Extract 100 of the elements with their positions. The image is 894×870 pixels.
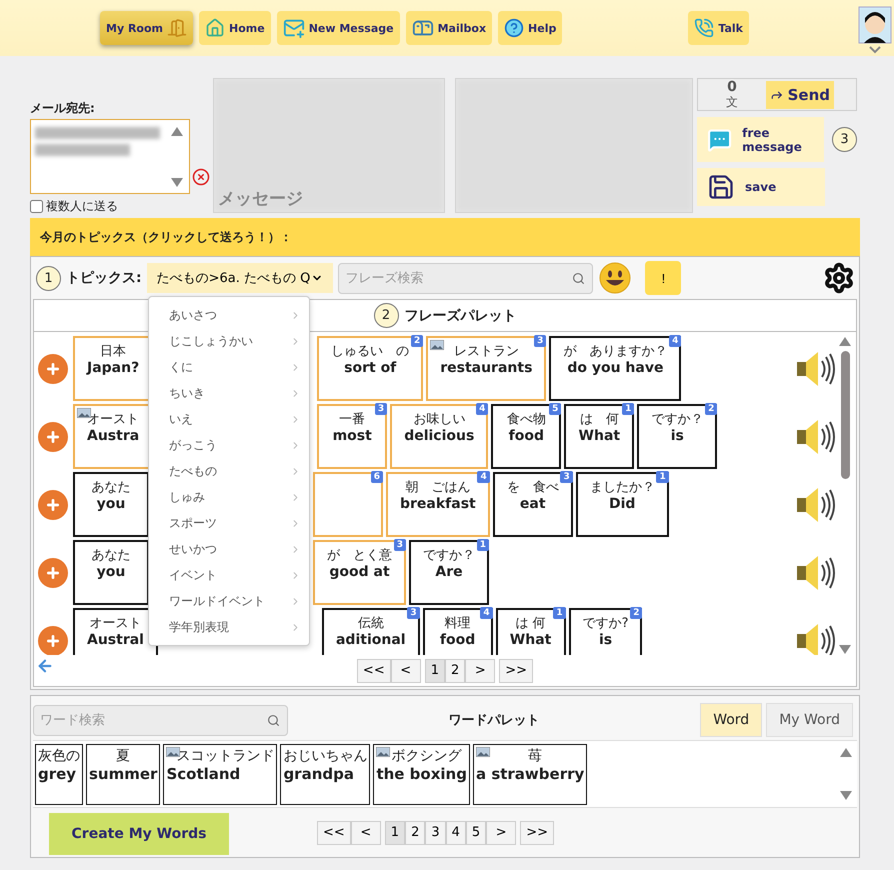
scrollbar-thumb[interactable]	[840, 351, 850, 479]
search-icon[interactable]	[267, 714, 280, 726]
phrase-card[interactable]: は 何 What 1	[496, 608, 566, 655]
topic-dropdown[interactable]: たべもの>6a. たべもの Q	[146, 263, 334, 293]
plus-icon	[45, 360, 61, 376]
phrase-card[interactable]: 朝 ごはん breakfast 4	[386, 472, 490, 537]
word-card[interactable]: おじいちゃん grandpa	[280, 744, 370, 805]
phrase-card[interactable]: は 何 What 1	[564, 404, 634, 469]
page-button[interactable]: <<	[356, 658, 391, 682]
page-button[interactable]: <	[390, 658, 421, 682]
scroll-down-icon[interactable]	[170, 177, 184, 188]
order-badge: 2	[410, 335, 424, 347]
page-button[interactable]: 1	[424, 658, 445, 682]
page-button[interactable]: >	[486, 820, 516, 844]
phrase-card[interactable]: を 食べ eat 3	[492, 472, 573, 537]
add-button[interactable]	[38, 558, 68, 588]
page-button[interactable]: 5	[466, 820, 486, 844]
nav-button[interactable]: My Room	[100, 11, 193, 45]
remove-icon[interactable]	[192, 168, 210, 186]
palette-tab[interactable]: Word	[700, 703, 762, 737]
word-card[interactable]: 苺 a strawberry	[472, 744, 588, 805]
phrase-card[interactable]: 伝統 aditional 3	[322, 608, 420, 655]
order-badge: 3	[534, 335, 546, 347]
page-button[interactable]: >>	[520, 820, 554, 844]
page-button[interactable]: 2	[405, 820, 426, 844]
multi-send-checkbox[interactable]	[30, 200, 43, 213]
add-button[interactable]	[38, 354, 68, 384]
add-button[interactable]	[38, 490, 68, 520]
nav-button[interactable]: Mailbox	[406, 11, 492, 45]
send-button[interactable]: Send	[766, 80, 834, 108]
phrase-card[interactable]: 一番 most 3	[317, 404, 388, 469]
phrase-card[interactable]: ですか？ Are 1	[409, 540, 489, 605]
phrase-card[interactable]: あなた you	[73, 540, 149, 605]
nav-button[interactable]: Help	[498, 11, 562, 45]
phrase-card[interactable]: が とく意 good at 3	[313, 540, 406, 605]
menu-item[interactable]: あいさつ	[149, 302, 309, 328]
smiley-icon[interactable]	[598, 261, 632, 295]
phrase-card[interactable]: 食べ物 food 5	[491, 404, 562, 469]
phrase-card[interactable]: ですか? is 2	[568, 608, 642, 655]
recipient-list[interactable]	[30, 119, 190, 194]
order-badge: 4	[476, 403, 488, 415]
nav-button[interactable]: Talk	[688, 11, 749, 45]
page-button[interactable]: <	[350, 820, 381, 844]
phrase-card[interactable]: オースト Austral	[73, 608, 158, 655]
menu-item[interactable]: しゅみ	[149, 484, 309, 510]
page-button[interactable]: >>	[499, 658, 534, 682]
step-number: 1	[36, 266, 61, 290]
phrase-card[interactable]: レストラン restaurants 3	[426, 336, 546, 401]
page-button[interactable]: 4	[446, 820, 466, 844]
topics-label: トピックス:	[66, 269, 142, 287]
nav-button[interactable]: Home	[199, 11, 271, 45]
scroll-up-icon[interactable]	[838, 336, 852, 347]
phrase-card[interactable]: が ありますか？ do you have 4	[549, 336, 682, 401]
plus-icon	[45, 632, 61, 648]
house-icon	[205, 18, 225, 38]
menu-item[interactable]: スポーツ	[149, 510, 309, 536]
save-button[interactable]: save	[697, 168, 825, 206]
image-icon	[476, 747, 490, 757]
page-button[interactable]: >	[465, 658, 496, 682]
page-button[interactable]: 2	[445, 658, 466, 682]
word-palette-title: ワードパレット	[448, 712, 541, 729]
menu-item[interactable]: せいかつ	[149, 536, 309, 562]
order-badge: 2	[630, 607, 642, 619]
free-message-button[interactable]: free message	[697, 117, 824, 162]
word-search-field[interactable]: ワード検索	[33, 704, 288, 736]
nav-button[interactable]: New Message	[276, 11, 400, 45]
word-card[interactable]: 夏 summer	[86, 744, 160, 805]
phrase-card[interactable]: しゅるい の sort of 2	[317, 336, 424, 401]
phrase-card[interactable]: ですか？ is 2	[637, 404, 718, 469]
message-placeholder: メッセージ	[218, 188, 304, 210]
palette-tab[interactable]: My Word	[766, 703, 853, 737]
page-button[interactable]: <<	[317, 820, 351, 844]
order-badge: 3	[407, 607, 420, 619]
topics-banner[interactable]: 今月のトピックス（クリックして送ろう！）：	[40, 228, 292, 246]
phrase-search-field[interactable]: フレーズ検索	[338, 262, 594, 294]
phone-icon	[694, 18, 714, 38]
order-badge: 2	[705, 403, 718, 415]
scroll-down-icon[interactable]	[838, 644, 852, 655]
menu-item[interactable]: イベント	[149, 562, 309, 588]
page-button[interactable]: 1	[384, 820, 406, 844]
add-button[interactable]	[38, 422, 68, 452]
add-button[interactable]	[38, 626, 68, 655]
word-card[interactable]: ボクシング the boxing	[373, 744, 470, 805]
door-icon	[167, 18, 187, 38]
scroll-down-icon[interactable]	[839, 790, 853, 801]
scroll-up-icon[interactable]	[170, 126, 184, 137]
settings-icon[interactable]	[823, 262, 855, 294]
phrase-card[interactable]: ましたか？ Did 1	[576, 472, 669, 537]
phrase-card[interactable]: あなた you	[73, 472, 149, 537]
page-button[interactable]: 3	[425, 820, 446, 844]
phrase-card[interactable]: 料理 food 4	[422, 608, 493, 655]
scroll-up-icon[interactable]	[839, 747, 853, 758]
alert-button[interactable]: !	[645, 261, 682, 295]
create-words-button[interactable]: Create My Words	[49, 813, 229, 855]
image-icon	[430, 340, 444, 350]
avatar-icon[interactable]	[858, 6, 892, 54]
word-card[interactable]: 灰色の grey	[35, 744, 83, 805]
phrase-card[interactable]: 6	[313, 472, 383, 537]
phrase-card[interactable]: お味しい delicious 4	[390, 404, 488, 469]
search-icon[interactable]	[572, 272, 586, 284]
